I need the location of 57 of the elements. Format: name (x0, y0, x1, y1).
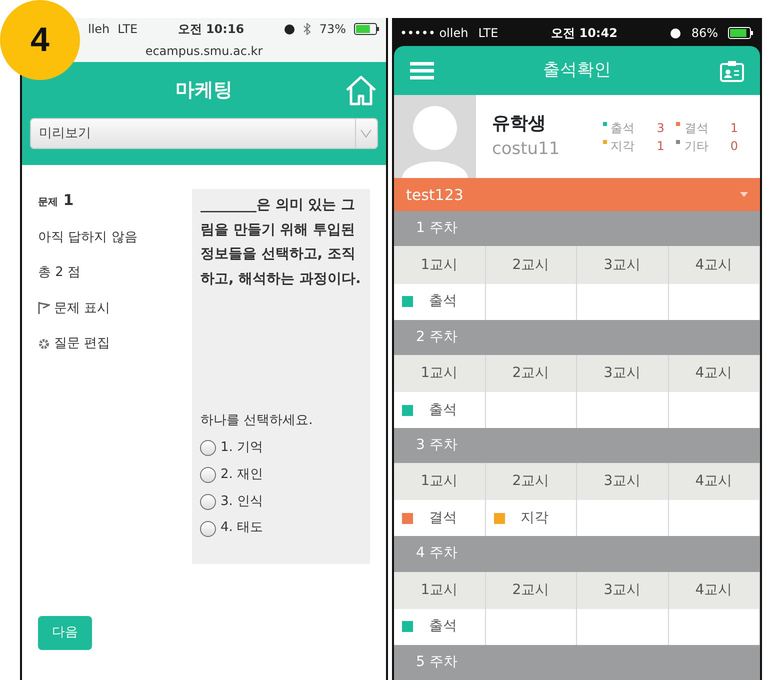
dropdown-value: 미리보기 (38, 124, 92, 143)
question-text: ________은 의미 있는 그림을 만들기 위해 투입된 정보들을 선택하고, 조직하고, 해석하는 과정이다. (200, 196, 362, 288)
legend-label: 출석 (610, 120, 635, 137)
attendance-status: 출석 (429, 617, 457, 636)
legend-count: 1 (656, 138, 664, 155)
carrier-name: lleh (88, 21, 110, 38)
answer-option[interactable]: 4. 태도 (200, 517, 362, 540)
gear-icon[interactable] (38, 338, 50, 350)
legend-label: 기타 (684, 138, 708, 155)
student-id: costu11 (492, 138, 561, 162)
battery-percent: 73% (319, 21, 346, 38)
attendance-status: 출석 (429, 400, 457, 420)
carrier-name: ••••• olleh (400, 25, 468, 42)
week-header: 4 주차 (394, 536, 760, 572)
page-title: 출석확인 (543, 59, 611, 82)
question-points: 총 2 점 (38, 264, 82, 282)
battery-percent: 86% (691, 25, 718, 42)
week-header: 1 주차 (394, 211, 760, 246)
url-text: ecampus.smu.ac.kr (145, 43, 263, 60)
page-title: 마케팅 (176, 78, 232, 103)
battery-icon (728, 27, 754, 40)
flag-icon[interactable] (38, 301, 50, 316)
question-link[interactable]: 질문 편집 (54, 334, 110, 354)
alarm-icon (284, 24, 296, 34)
home-icon[interactable] (344, 74, 378, 106)
answer-option[interactable]: 1. 기억 (200, 437, 362, 460)
caret-down-icon (740, 192, 748, 198)
battery-icon (354, 23, 380, 35)
week-header: 2 주차 (394, 320, 760, 355)
question-link[interactable]: 문제 표시 (54, 298, 110, 318)
legend-count: 1 (729, 120, 738, 137)
answer-option[interactable]: 2. 재인 (200, 464, 362, 486)
attendance-status: 지각 (520, 508, 548, 528)
attendance-status: 출석 (429, 292, 457, 312)
step-number-badge: 4 (0, 0, 80, 80)
answer-prompt: 하나를 선택하세요. (200, 412, 314, 430)
alarm-icon (670, 28, 682, 39)
status-time: 오전 10:16 (178, 21, 244, 38)
legend-label: 지각 (610, 138, 635, 155)
attendance-status: 결석 (429, 508, 457, 528)
student-name: 유학생 (492, 112, 547, 136)
legend-count: 3 (656, 120, 664, 137)
answer-status: 아직 답하지 않음 (38, 228, 138, 246)
course-name: test123 (406, 184, 464, 206)
week-header: 3 주차 (394, 428, 760, 464)
status-time: 오전 10:42 (551, 25, 618, 42)
menu-icon[interactable] (410, 60, 434, 81)
question-number: 문제 1 (38, 190, 75, 211)
answer-option[interactable]: 3. 인식 (200, 490, 362, 514)
network-type: LTE (478, 25, 498, 42)
legend-count: 0 (729, 138, 738, 155)
week-header: 5 주차 (394, 644, 760, 680)
bluetooth-icon (303, 23, 312, 35)
legend-label: 결석 (684, 120, 708, 137)
network-type: LTE (118, 21, 138, 38)
id-card-icon[interactable] (720, 60, 744, 82)
preview-dropdown[interactable]: 미리보기 (30, 118, 378, 149)
